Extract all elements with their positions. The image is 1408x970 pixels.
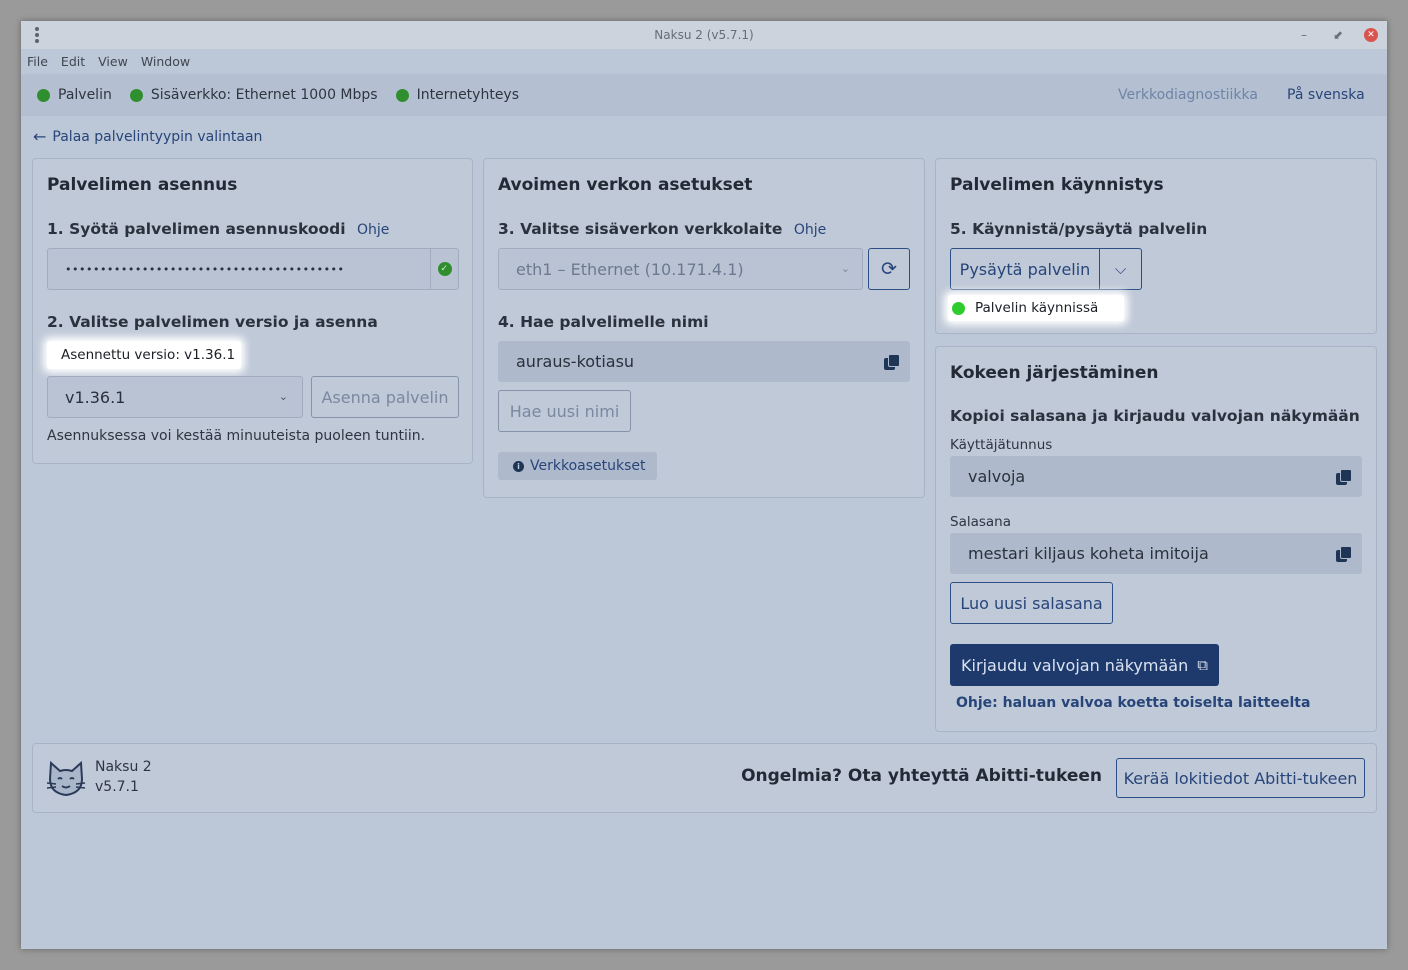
startup-card: Palvelimen käynnistys 5. Käynnistä/pysäy… [935,158,1377,334]
password-label: Salasana [950,514,1012,530]
footer-app-version: v5.7.1 [95,779,139,795]
network-settings-button[interactable]: i Verkkoasetukset [498,452,657,480]
step1-help-link[interactable]: Ohje [357,222,389,238]
step1-label: 1. Syötä palvelimen asennuskoodi [47,220,346,238]
app-window: Naksu 2 (v5.7.1) – ⬋ ✕ File Edit View Wi… [21,21,1387,949]
step2-heading: 2. Valitse palvelimen versio ja asenna [47,313,378,331]
menu-edit[interactable]: Edit [61,54,85,69]
refresh-devices-button[interactable]: ⟳ [868,248,910,290]
maximize-icon[interactable]: ⬋ [1333,27,1343,43]
footer-app-name: Naksu 2 [95,759,152,775]
chevron-down-icon: ⌵ [1114,260,1127,278]
username-label: Käyttäjätunnus [950,437,1053,453]
support-prompt: Ongelmia? Ota yhteyttä Abitti-tukeen [741,766,1102,786]
network-card: Avoimen verkon asetukset 3. Valitse sisä… [483,158,925,498]
arrow-left-icon: ← [33,127,47,146]
new-password-button[interactable]: Luo uusi salasana [950,582,1113,624]
status-lan-label: Sisäverkko: Ethernet 1000 Mbps [150,87,378,103]
copy-icon[interactable] [884,353,900,370]
collect-logs-button-label: Kerää lokitiedot Abitti-tukeen [1123,768,1358,788]
footer: Naksu 2 v5.7.1 Ongelmia? Ota yhteyttä Ab… [32,743,1377,813]
collect-logs-button[interactable]: Kerää lokitiedot Abitti-tukeen [1116,758,1365,798]
status-bar: Palvelin Sisäverkko: Ethernet 1000 Mbps … [21,74,1387,116]
back-link[interactable]: ← Palaa palvelintyypin valintaan [33,127,263,146]
password-field[interactable]: mestari kiljaus koheta imitoija [950,533,1362,574]
status-lan: Sisäverkko: Ethernet 1000 Mbps [129,87,378,103]
step5-heading: 5. Käynnistä/pysäytä palvelin [950,220,1208,238]
menu-window[interactable]: Window [141,54,190,69]
back-link-label: Palaa palvelintyypin valintaan [52,129,263,145]
supervisor-login-button-label: Kirjaudu valvojan näkymään [961,655,1189,675]
status-server: Palvelin [37,87,112,103]
new-name-button-label: Hae uusi nimi [509,401,620,421]
step1-heading: 1. Syötä palvelimen asennuskoodi Ohje [47,220,389,238]
step3-heading: 3. Valitse sisäverkon verkkolaite Ohje [498,220,826,238]
network-diagnostics-link[interactable]: Verkkodiagnostiikka [1118,87,1258,103]
install-code-input[interactable]: ••••••••••••••••••••••••••••••••••••••••… [47,248,459,290]
status-internet-label: Internetyhteys [416,87,520,103]
language-swedish-link[interactable]: På svenska [1287,87,1365,103]
stop-server-button-label: Pysäytä palvelin [959,259,1091,279]
status-internet: Internetyhteys [395,87,520,103]
refresh-icon: ⟳ [881,258,897,280]
step3-label: 3. Valitse sisäverkon verkkolaite [498,220,783,238]
installed-version-label: Asennettu versio: v1.36.1 [61,347,236,363]
minimize-icon[interactable]: – [1301,27,1307,43]
network-settings-button-label: Verkkoasetukset [530,458,646,474]
step3-help-link[interactable]: Ohje [794,222,826,238]
network-card-title: Avoimen verkon asetukset [498,175,753,195]
install-server-button[interactable]: Asenna palvelin [311,376,459,418]
window-title: Naksu 2 (v5.7.1) [654,28,754,42]
status-dot-icon [37,88,50,102]
server-name-value: auraus-kotiasu [516,352,635,371]
remote-supervision-help-link[interactable]: Ohje: haluan valvoa koetta toiselta lait… [956,695,1310,711]
startup-card-title: Palvelimen käynnistys [950,175,1164,195]
server-name-field[interactable]: auraus-kotiasu [498,341,910,382]
new-password-button-label: Luo uusi salasana [960,593,1103,613]
exam-card-title: Kokeen järjestäminen [950,363,1159,383]
step4-heading: 4. Hae palvelimelle nimi [498,313,709,331]
stop-server-button[interactable]: Pysäytä palvelin [950,248,1100,290]
menu-file[interactable]: File [27,54,48,69]
naksu-cat-logo-icon [45,759,87,799]
status-server-label: Palvelin [58,87,112,103]
chevron-down-icon: ⌄ [278,390,288,403]
server-running-label: Palvelin käynnissä [975,300,1099,316]
network-device-select[interactable]: eth1 – Ethernet (10.171.4.1) ⌄ [498,248,863,290]
window-menu-icon[interactable] [31,26,43,44]
username-field[interactable]: valvoja [950,456,1362,497]
supervisor-login-button[interactable]: Kirjaudu valvojan näkymään ⧉ [950,644,1219,686]
status-dot-icon [129,88,143,102]
code-valid-icon: ✓ [430,249,458,289]
new-name-button[interactable]: Hae uusi nimi [498,390,631,432]
external-link-icon: ⧉ [1197,656,1208,674]
install-code-value: •••••••••••••••••••••••••••••••••••••••• [65,262,345,276]
title-bar: Naksu 2 (v5.7.1) – ⬋ ✕ [21,21,1387,49]
copy-icon[interactable] [1336,545,1352,562]
copy-icon[interactable] [1336,468,1352,485]
version-select-value: v1.36.1 [65,387,126,407]
server-actions-dropdown[interactable]: ⌵ [1099,248,1142,290]
status-dot-icon [952,301,965,315]
close-icon[interactable]: ✕ [1364,28,1378,42]
exam-subtitle: Kopioi salasana ja kirjaudu valvojan näk… [950,407,1360,425]
install-card: Palvelimen asennus 1. Syötä palvelimen a… [32,158,473,464]
chevron-down-icon: ⌄ [840,262,850,275]
username-value: valvoja [968,467,1026,486]
server-running-badge: Palvelin käynnissä [948,295,1124,321]
install-server-button-label: Asenna palvelin [321,387,449,407]
install-card-title: Palvelimen asennus [47,175,238,195]
menu-view[interactable]: View [98,54,128,69]
version-select[interactable]: v1.36.1 ⌄ [47,376,303,418]
status-dot-icon [395,88,409,102]
exam-card: Kokeen järjestäminen Kopioi salasana ja … [935,346,1377,732]
install-note: Asennuksessa voi kestää minuuteista puol… [47,428,426,444]
info-icon: i [513,460,524,472]
installed-version-badge: Asennettu versio: v1.36.1 [47,341,241,369]
password-value: mestari kiljaus koheta imitoija [968,544,1209,563]
network-device-value: eth1 – Ethernet (10.171.4.1) [516,259,744,279]
menu-bar: File Edit View Window [21,49,1387,74]
